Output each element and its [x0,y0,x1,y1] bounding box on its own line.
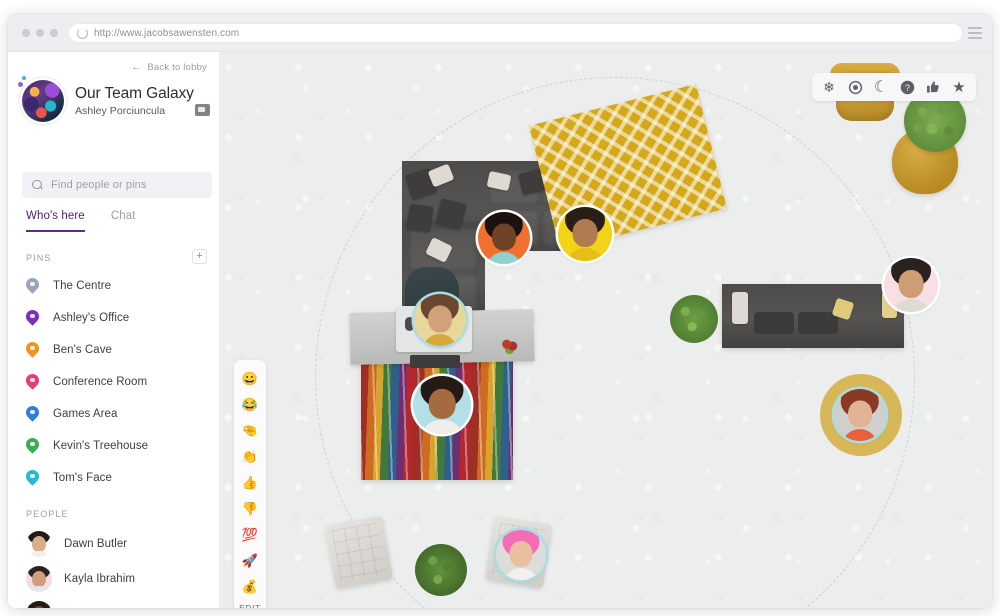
user-avatar-pink-hijab[interactable] [884,258,938,312]
screen-share-icon[interactable] [195,104,210,116]
user-avatar-speaking[interactable] [834,389,886,441]
pinching-hand-emoji[interactable]: 🤏 [237,418,263,444]
avatar [26,600,52,608]
map-pin-icon [23,306,42,327]
back-arrow-icon: ← [131,61,143,73]
locate-target-icon[interactable] [842,74,868,100]
map-top-toolbar: ❄ ☾? ★ [812,73,976,101]
map-pin-icon [23,338,42,359]
keyboard [410,355,460,368]
thumbs-up-icon[interactable] [920,74,946,100]
pin-label: Conference Room [53,376,148,388]
app-body: ← Back to lobby Our Team Galaxy Ashley P… [8,52,992,608]
grinning-face-emoji[interactable]: 😀 [237,366,263,392]
search-placeholder: Find people or pins [51,179,147,191]
map-pin-icon [23,370,42,391]
address-bar[interactable]: http://www.jacobsawensten.com [68,23,963,43]
team-avatar[interactable] [18,76,64,122]
person-label: Kayla Ibrahim [64,572,135,585]
svg-text:?: ? [905,82,910,92]
pin-item[interactable]: Tom's Face [23,462,216,494]
hundred-points-emoji[interactable]: 💯 [237,522,263,548]
pin-label: Games Area [53,408,118,420]
thumbs-up-emoji[interactable]: 👍 [237,470,263,496]
emoji-items: 😀 😂 🤏 👏 👍 👎 💯 🚀 💰 [237,366,263,600]
person-label: Dawn Butler [64,537,128,550]
thumbs-down-emoji[interactable]: 👎 [237,496,263,522]
url-text: http://www.jacobsawensten.com [94,27,240,39]
people-section-label: PEOPLE [26,509,69,519]
user-avatar-pink-hair[interactable] [496,530,546,580]
rocket-emoji[interactable]: 🚀 [237,548,263,574]
help-circle-icon[interactable]: ? [894,74,920,100]
people-list: Dawn ButlerKayla IbrahimRafiel WattsMack… [26,526,216,608]
pins-section-label: PINS [26,253,52,263]
pin-item[interactable]: Kevin's Treehouse [23,430,216,462]
money-bag-emoji[interactable]: 💰 [237,574,263,600]
map-pin-icon [23,402,42,423]
sofa-right [722,284,904,348]
pin-item[interactable]: Ashley's Office [23,302,216,334]
tab-chat[interactable]: Chat [111,210,136,232]
map-pin-icon [23,434,42,455]
back-to-lobby-label: Back to lobby [147,62,207,73]
user-avatar-yellow[interactable] [558,207,612,261]
clapping-hands-emoji[interactable]: 👏 [237,444,263,470]
pin-label: The Centre [53,280,112,292]
user-avatar-desk[interactable] [413,376,471,434]
pin-label: Ashley's Office [53,312,130,324]
emoji-reaction-bar: 😀 😂 🤏 👏 👍 👎 💯 🚀 💰 EDIT [234,360,266,608]
pin-item[interactable]: Conference Room [23,366,216,398]
team-text-block: Our Team Galaxy Ashley Porciuncula [75,85,194,117]
close-window-button[interactable] [22,29,30,37]
snowflake-icon[interactable]: ❄ [816,74,842,100]
window-traffic-lights[interactable] [22,29,58,37]
potted-plant-bottom [415,544,467,596]
potted-plant-right [670,295,718,343]
browser-chrome: http://www.jacobsawensten.com [8,14,992,52]
minimize-window-button[interactable] [36,29,44,37]
maximize-window-button[interactable] [50,29,58,37]
hamburger-menu-icon[interactable] [968,27,982,39]
person-label: Rafiel Watts [64,608,126,609]
user-avatar-orange[interactable] [478,212,530,264]
person-item[interactable]: Kayla Ibrahim [26,561,216,596]
add-pin-button[interactable]: + [192,249,207,264]
search-icon [32,179,43,191]
sidebar-tabs: Who's here Chat [26,210,136,232]
map-canvas[interactable]: ❄ ☾? ★ 😀 😂 🤏 👏 👍 👎 💯 🚀 💰 EDIT [220,52,992,608]
armchair-bottom-left [324,515,394,589]
user-avatar-teal-ring[interactable] [414,294,466,346]
avatar [26,530,52,557]
page-title: Our Team Galaxy [75,85,194,102]
team-owner-label: Ashley Porciuncula [75,105,166,117]
pin-item[interactable]: Ben's Cave [23,334,216,366]
team-header: Our Team Galaxy Ashley Porciuncula [18,76,212,124]
pin-item[interactable]: The Centre [23,270,216,302]
person-item[interactable]: Rafiel Watts [26,596,216,608]
search-input[interactable]: Find people or pins [22,172,212,198]
pin-label: Tom's Face [53,472,112,484]
edit-emoji-button[interactable]: EDIT [239,600,261,608]
tab-whos-here[interactable]: Who's here [26,210,85,232]
pin-item[interactable]: Games Area [23,398,216,430]
back-to-lobby-link[interactable]: ← Back to lobby [131,61,207,74]
pin-label: Kevin's Treehouse [53,440,149,452]
map-pin-icon [23,466,42,487]
avatar [26,565,52,592]
tears-of-joy-emoji[interactable]: 😂 [237,392,263,418]
star-icon[interactable]: ★ [946,74,972,100]
person-item[interactable]: Dawn Butler [26,526,216,561]
map-pin-icon [23,274,42,295]
sidebar: ← Back to lobby Our Team Galaxy Ashley P… [8,52,220,608]
reload-icon[interactable] [77,27,88,39]
pin-label: Ben's Cave [53,344,112,356]
pins-list: The Centre Ashley's Office Ben's Cave Confe… [23,270,216,494]
moon-icon[interactable]: ☾ [868,74,894,100]
browser-window: http://www.jacobsawensten.com ← Back to … [8,14,992,608]
desk-flower [499,337,521,355]
